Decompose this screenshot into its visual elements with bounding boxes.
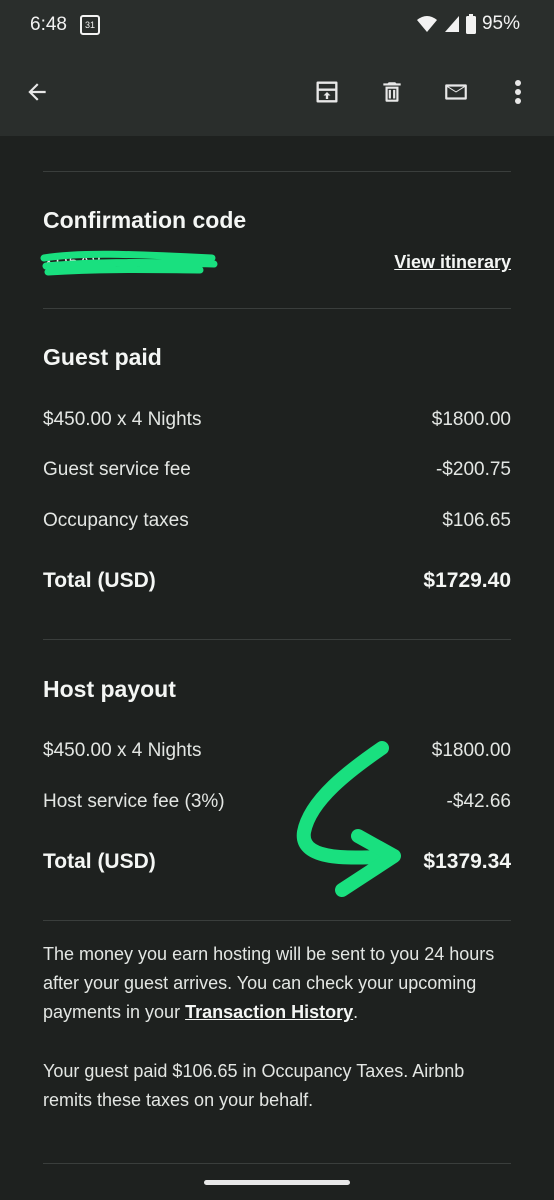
host-total-label: Total (USD) [43, 850, 156, 873]
wifi-icon [416, 16, 437, 32]
more-vert-icon[interactable] [500, 74, 536, 110]
archive-icon[interactable] [309, 74, 345, 110]
guest-row-label: Guest service fee [43, 459, 191, 480]
divider [43, 639, 511, 640]
status-time: 6:48 [30, 14, 67, 35]
guest-total-value: $1729.40 [423, 569, 511, 592]
guest-row-value: -$200.75 [435, 459, 511, 480]
email-toolbar [0, 50, 554, 136]
guest-row-value: $1800.00 [431, 409, 511, 430]
battery-percent: 95% [481, 13, 520, 34]
status-bar: 6:48 31 95% [0, 0, 554, 50]
guest-row-label: Occupancy taxes [43, 510, 189, 531]
annotation-arrow [296, 741, 401, 897]
mark-unread-icon[interactable] [438, 74, 474, 110]
guest-row-label: $450.00 x 4 Nights [43, 409, 202, 430]
divider [43, 171, 511, 172]
delete-icon[interactable] [374, 74, 410, 110]
guest-total-label: Total (USD) [43, 569, 156, 592]
redaction-scribble [40, 250, 218, 276]
battery-icon [465, 14, 476, 34]
host-row-value: $1800.00 [431, 740, 511, 761]
payout-note: The money you earn hosting will be sent … [43, 944, 495, 1022]
calendar-icon: 31 [80, 15, 100, 35]
divider [43, 308, 511, 309]
guest-row-value: $106.65 [442, 510, 511, 531]
status-indicators: 95% [416, 13, 520, 35]
host-payout-heading: Host payout [43, 676, 176, 702]
tax-note: Your guest paid $106.65 in Occupancy Tax… [43, 1061, 465, 1110]
guest-paid-heading: Guest paid [43, 344, 162, 370]
transaction-history-link[interactable]: Transaction History [185, 1002, 353, 1022]
host-row-label: $450.00 x 4 Nights [43, 740, 202, 761]
back-arrow-icon[interactable] [19, 74, 55, 110]
view-itinerary-link[interactable]: View itinerary [394, 252, 511, 273]
signal-icon [444, 16, 459, 32]
confirmation-heading: Confirmation code [43, 207, 247, 233]
divider [43, 1163, 511, 1164]
divider [43, 920, 511, 921]
home-gesture-bar[interactable] [204, 1180, 350, 1185]
host-total-value: $1379.34 [423, 850, 511, 873]
host-row-value: -$42.66 [446, 791, 511, 812]
host-row-label: Host service fee (3%) [43, 791, 225, 812]
